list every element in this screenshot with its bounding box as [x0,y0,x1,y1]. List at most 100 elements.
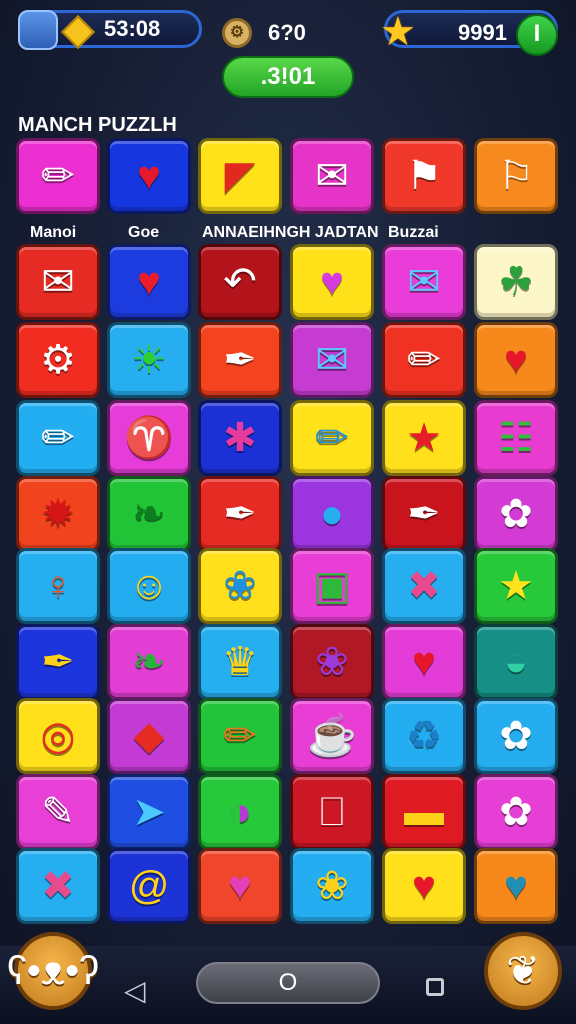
tile-crown[interactable]: ♛ [198,624,282,700]
back-triangle-icon[interactable]: ◁ [124,974,146,1007]
tile-target[interactable]: ◎ [16,698,100,774]
tile-sun-face[interactable]: ☺ [107,548,191,624]
tile-pencil[interactable]: ✏ [16,400,100,476]
pencil-icon: ✏ [315,416,349,460]
bear-button[interactable]: ʕ•ᴥ•ʔ [7,932,99,1010]
page-title: MANCH PUZZLH [18,114,177,136]
tile-heart[interactable]: ♥ [474,322,558,398]
tile-heart[interactable]: ♥ [290,244,374,320]
flower-icon: ✿ [499,492,533,536]
tile-daisy[interactable]: ✿ [474,698,558,774]
tile-heart[interactable]: ♥ [107,244,191,320]
timer-badge[interactable]: .3!01 [222,56,354,98]
tile-toolbox[interactable]: ▣ [290,548,374,624]
tile-flower[interactable]: ✿ [474,476,558,552]
ball-icon: ◑ [227,790,253,834]
tile-flower[interactable]: ❀ [290,848,374,924]
tile-balloon[interactable]: ● [290,476,374,552]
crown-icon: ♛ [222,640,258,684]
tile-feather[interactable]: ✒ [198,476,282,552]
cube-icon: ◆ [133,714,165,758]
tile-tools[interactable]: ✖ [16,848,100,924]
tile-arrow[interactable]: ↶ [198,244,282,320]
target-icon: ◎ [40,714,76,758]
tile-pencil[interactable]: ✏ [198,698,282,774]
tile-feather[interactable]: ✒ [16,624,100,700]
heart-icon: ♥ [137,154,161,198]
envelope-icon: ✉ [315,154,349,198]
tile-flag[interactable]: ⚐ [474,138,558,214]
tile-eraser[interactable]: ✎ [16,774,100,850]
tile-ball[interactable]: ◑ [198,774,282,850]
tile-box[interactable]: ▬ [382,774,466,850]
tile-splat[interactable]: ❀ [198,548,282,624]
star-icon: ★ [380,10,416,54]
tile-recycle[interactable]: ♻ [382,698,466,774]
dog-button[interactable]: ❦ [484,932,562,1010]
flower-icon: ✿ [499,790,533,834]
tile-leaf[interactable]: ❧ [107,476,191,552]
tile-bow[interactable]: ◤ [198,138,282,214]
ticket-icon: ☷ [498,416,534,460]
tile-splat[interactable]: ✹ [16,476,100,552]
tile-gift[interactable]: ✉ [382,244,466,320]
tile-envelope[interactable]: ✉ [16,244,100,320]
tile-heart[interactable]: ♥ [474,848,558,924]
tile-feather[interactable]: ✒ [382,476,466,552]
tile-heart[interactable]: ♥ [382,624,466,700]
tile-feather[interactable]: ✒ [198,322,282,398]
gift-icon: ✉ [407,260,441,304]
tile-leaf[interactable]: ☘ [474,244,558,320]
arrow-icon: ↶ [223,260,257,304]
tile-pencil[interactable]: ✏ [16,138,100,214]
tile-flower[interactable]: ✿ [474,774,558,850]
recent-square-icon[interactable] [426,978,444,996]
tile-flag[interactable]: ⚑ [382,138,466,214]
balloon-icon: ● [319,492,345,536]
tile-heart[interactable]: ♥ [198,848,282,924]
swirl-icon: @ [128,864,170,908]
tile-flower[interactable]: ❀ [290,624,374,700]
top-hud: 53:08 ⚙ 6?0 ★ 9991 I [0,8,576,56]
tile-heart[interactable]: ♥ [107,138,191,214]
leaf-icon: ❧ [132,492,166,536]
category-label-1: Manoi [30,224,77,241]
tile-jar[interactable]: ⎕ [290,774,374,850]
category-label-3: ANNAEIHNGH JADTAN [202,224,379,241]
pencil-icon: ✏ [41,416,75,460]
tile-gift[interactable]: ✉ [290,322,374,398]
tile-ring[interactable]: ♈ [107,400,191,476]
daisy-icon: ✿ [499,714,533,758]
tile-sun[interactable]: ☀ [107,322,191,398]
tile-envelope[interactable]: ✉ [290,138,374,214]
tile-pencil[interactable]: ✏ [382,322,466,398]
tile-faucet[interactable]: ☕ [290,698,374,774]
star-icon: ★ [406,416,442,460]
leaf-icon: ☘ [498,260,534,304]
tile-bowl[interactable]: ◒ [474,624,558,700]
tile-wing[interactable]: ➤ [107,774,191,850]
home-button[interactable]: O [196,962,380,1004]
tile-gear[interactable]: ⚙ [16,322,100,398]
tile-splat[interactable]: ✱ [198,400,282,476]
tile-star[interactable]: ★ [474,548,558,624]
tile-leaf[interactable]: ❧ [107,624,191,700]
heart-icon: ♥ [412,864,436,908]
tile-star[interactable]: ★ [382,400,466,476]
score-count: 9991 [458,20,507,45]
map-icon[interactable] [18,10,58,50]
tile-cube[interactable]: ◆ [107,698,191,774]
flower-icon: ❀ [315,640,349,684]
tile-ticket[interactable]: ☷ [474,400,558,476]
faucet-icon: ☕ [307,714,357,758]
tile-heart[interactable]: ♥ [382,848,466,924]
tile-tools[interactable]: ✖ [382,548,466,624]
category-label-2: Goe [128,224,160,241]
feather-icon: ✒ [407,492,441,536]
tile-spoon[interactable]: ♀ [16,548,100,624]
add-button[interactable]: I [516,14,558,56]
flag-icon: ⚑ [406,154,442,198]
tile-pencil[interactable]: ✏ [290,400,374,476]
splat-icon: ✱ [223,416,257,460]
tile-swirl[interactable]: @ [107,848,191,924]
